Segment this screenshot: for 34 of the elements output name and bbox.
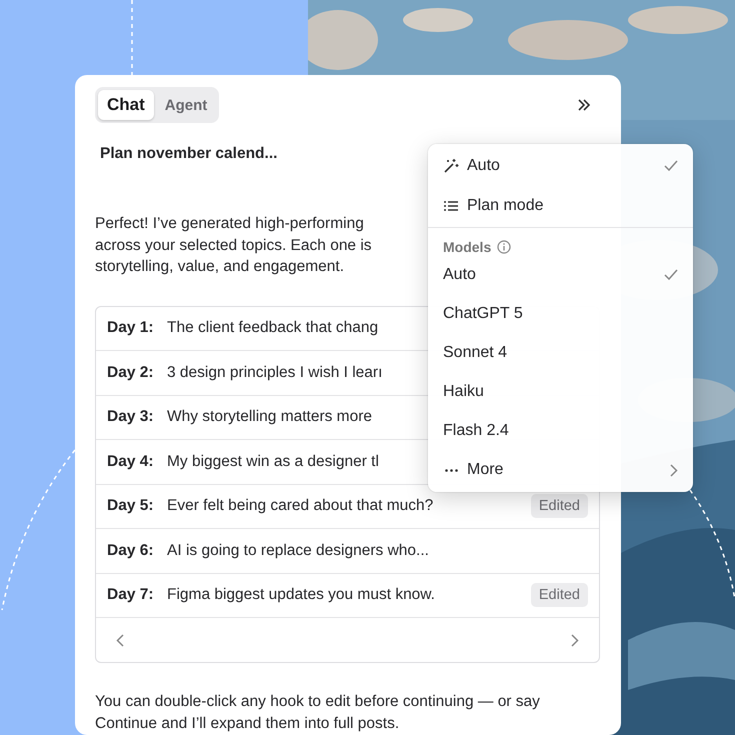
day-label: Day 4:: [107, 452, 155, 471]
wand-icon: [443, 158, 459, 174]
section-header: Models: [443, 239, 492, 255]
menu-item[interactable]: Flash 2.4: [428, 411, 693, 450]
hook-text[interactable]: Figma biggest updates you must know.: [167, 586, 531, 604]
hook-text[interactable]: Ever felt being cared about that much?: [167, 497, 531, 516]
chevron-right-icon[interactable]: [571, 634, 579, 646]
assistant-message: Perfect! I’ve generated high-performing across your selected topics. Each one is storytelling, value, and engagement.: [95, 214, 372, 277]
day-label: Day 3:: [107, 408, 155, 426]
list-icon: [443, 198, 459, 214]
menu-item[interactable]: Sonnet 4: [428, 333, 693, 372]
menu-item[interactable]: Plan mode: [428, 186, 693, 226]
menu-item[interactable]: ChatGPT 5: [428, 294, 693, 333]
tab[interactable]: Agent: [156, 90, 216, 120]
tab[interactable]: Chat: [98, 90, 154, 120]
edited-badge: Edited: [530, 494, 588, 518]
menu-item[interactable]: Auto: [428, 146, 693, 186]
menu-item[interactable]: More: [428, 450, 693, 490]
day-label: Day 6:: [107, 542, 155, 560]
chevron-left-icon[interactable]: [116, 634, 124, 646]
ellipsis-icon: [444, 468, 458, 472]
hook-text[interactable]: AI is going to replace designers who...: [167, 542, 588, 560]
assistant-message: You can double-click any hook to edit before continuing — or say Continue and I’ll expand them into full posts.: [95, 692, 541, 734]
chat-title: Plan november calend...: [100, 145, 278, 163]
day-label: Day 5:: [107, 497, 155, 516]
menu-item[interactable]: Haiku: [428, 372, 693, 411]
info-icon: [497, 240, 512, 254]
day-label: Day 7:: [107, 586, 155, 604]
menu-item[interactable]: Auto: [428, 255, 693, 294]
day-label: Day 1:: [107, 319, 155, 338]
edited-badge: Edited: [530, 583, 588, 608]
day-label: Day 2:: [107, 364, 155, 382]
chevron-right-icon: [670, 464, 678, 476]
double-chevron-icon[interactable]: [577, 99, 591, 111]
